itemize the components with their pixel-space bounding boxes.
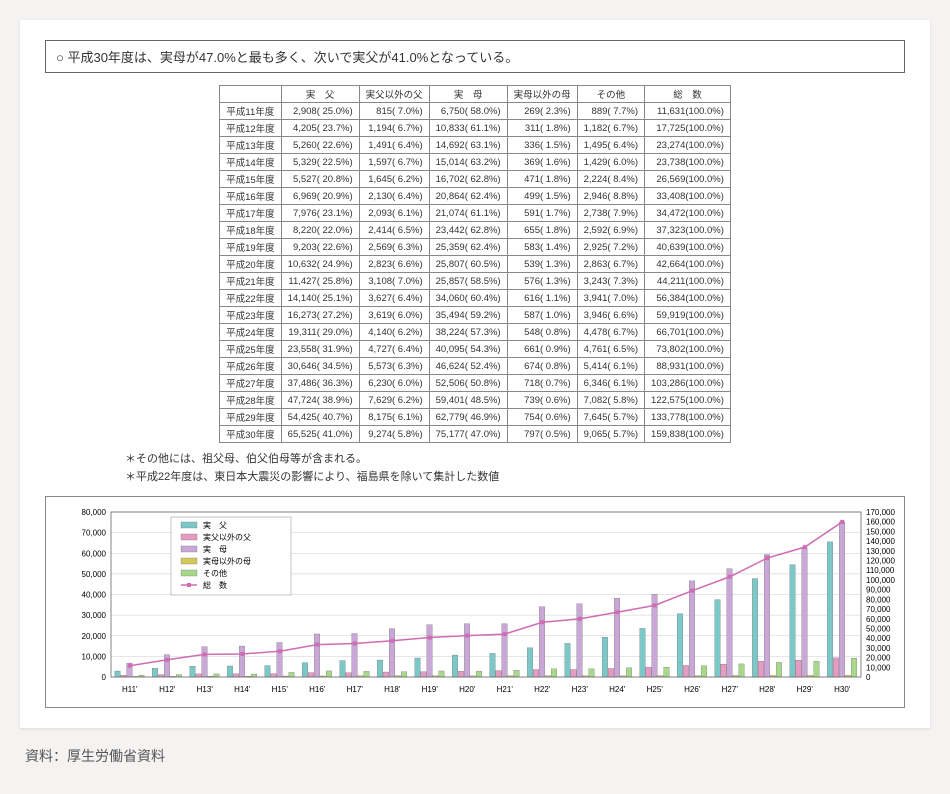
svg-text:H24': H24' <box>609 685 626 694</box>
svg-text:20,000: 20,000 <box>82 632 107 641</box>
svg-text:60,000: 60,000 <box>866 615 891 624</box>
chart-svg: 010,00020,00030,00040,00050,00060,00070,… <box>61 507 911 697</box>
svg-text:H25': H25' <box>647 685 664 694</box>
table-row: 平成13年度5,260( 22.6%)1,491( 6.4%)14,692( 6… <box>220 137 731 154</box>
svg-text:H11': H11' <box>122 685 138 694</box>
table-row: 平成18年度8,220( 22.0%)2,414( 6.5%)23,442( 6… <box>220 222 731 239</box>
svg-text:0: 0 <box>102 673 107 682</box>
col-header: 実母以外の母 <box>507 86 577 103</box>
svg-text:H17': H17' <box>347 685 364 694</box>
svg-text:実 父: 実 父 <box>203 520 227 530</box>
svg-text:60,000: 60,000 <box>82 549 107 558</box>
svg-text:80,000: 80,000 <box>82 508 107 517</box>
svg-text:150,000: 150,000 <box>866 528 895 537</box>
svg-text:H28': H28' <box>759 685 776 694</box>
svg-text:実父以外の父: 実父以外の父 <box>203 532 251 542</box>
table-row: 平成30年度65,525( 41.0%)9,274( 5.8%)75,177( … <box>220 426 731 443</box>
svg-text:総 数: 総 数 <box>203 580 227 590</box>
svg-text:160,000: 160,000 <box>866 518 895 527</box>
svg-text:H13': H13' <box>197 685 214 694</box>
table-row: 平成19年度9,203( 22.6%)2,569( 6.3%)25,359( 6… <box>220 239 731 256</box>
svg-text:0: 0 <box>866 673 871 682</box>
col-header: 実 父 <box>281 86 359 103</box>
table-row: 平成11年度2,908( 25.0%)815( 7.0%)6,750( 58.0… <box>220 103 731 120</box>
svg-text:40,000: 40,000 <box>82 591 107 600</box>
svg-text:実 母: 実 母 <box>203 544 227 554</box>
svg-text:10,000: 10,000 <box>866 663 891 672</box>
svg-text:H18': H18' <box>384 685 401 694</box>
source-line: 資料：厚生労働省資料 <box>20 738 930 774</box>
col-header: 実 母 <box>429 86 507 103</box>
svg-text:H19': H19' <box>422 685 439 694</box>
table-row: 平成15年度5,527( 20.8%)1,645( 6.2%)16,702( 6… <box>220 171 731 188</box>
svg-text:140,000: 140,000 <box>866 537 895 546</box>
col-header: その他 <box>577 86 644 103</box>
svg-text:70,000: 70,000 <box>866 605 891 614</box>
svg-text:H20': H20' <box>459 685 476 694</box>
table-row: 平成17年度7,976( 23.1%)2,093( 6.1%)21,074( 6… <box>220 205 731 222</box>
svg-text:H12': H12' <box>159 685 176 694</box>
chart-container: 010,00020,00030,00040,00050,00060,00070,… <box>45 496 905 708</box>
table-row: 平成23年度16,273( 27.2%)3,619( 6.0%)35,494( … <box>220 307 731 324</box>
table-row: 平成24年度19,311( 29.0%)4,140( 6.2%)38,224( … <box>220 324 731 341</box>
table-row: 平成16年度6,969( 20.9%)2,130( 6.4%)20,864( 6… <box>220 188 731 205</box>
svg-text:170,000: 170,000 <box>866 508 895 517</box>
svg-text:110,000: 110,000 <box>866 566 895 575</box>
table-row: 平成22年度14,140( 25.1%)3,627( 6.4%)34,060( … <box>220 290 731 307</box>
table-wrap: 実 父実父以外の父実 母実母以外の母その他総 数 平成11年度2,908( 25… <box>45 85 905 443</box>
svg-text:H21': H21' <box>497 685 514 694</box>
data-table: 実 父実父以外の父実 母実母以外の母その他総 数 平成11年度2,908( 25… <box>219 85 731 443</box>
svg-text:実母以外の母: 実母以外の母 <box>203 556 251 566</box>
svg-text:30,000: 30,000 <box>82 611 107 620</box>
svg-text:90,000: 90,000 <box>866 586 891 595</box>
document-page: 平成30年度は、実母が47.0%と最も多く、次いで実父が41.0%となっている。… <box>20 20 930 728</box>
table-row: 平成12年度4,205( 23.7%)1,194( 6.7%)10,833( 6… <box>220 120 731 137</box>
svg-text:H26': H26' <box>684 685 701 694</box>
table-row: 平成14年度5,329( 22.5%)1,597( 6.7%)15,014( 6… <box>220 154 731 171</box>
col-header: 実父以外の父 <box>359 86 429 103</box>
svg-text:H22': H22' <box>534 685 551 694</box>
svg-text:H29': H29' <box>797 685 814 694</box>
svg-text:20,000: 20,000 <box>866 654 891 663</box>
col-header: 総 数 <box>645 86 731 103</box>
table-row: 平成28年度47,724( 38.9%)7,629( 6.2%)59,401( … <box>220 392 731 409</box>
svg-text:50,000: 50,000 <box>82 570 107 579</box>
svg-text:120,000: 120,000 <box>866 557 895 566</box>
svg-text:H30': H30' <box>834 685 851 694</box>
svg-text:H16': H16' <box>309 685 326 694</box>
table-row: 平成26年度30,646( 34.5%)5,573( 6.3%)46,624( … <box>220 358 731 375</box>
notes: ＊その他には、祖父母、伯父伯母等が含まれる。＊平成22年度は、東日本大震災の影響… <box>125 451 905 486</box>
svg-text:H27': H27' <box>722 685 739 694</box>
table-row: 平成20年度10,632( 24.9%)2,823( 6.6%)25,807( … <box>220 256 731 273</box>
table-row: 平成29年度54,425( 40.7%)8,175( 6.1%)62,779( … <box>220 409 731 426</box>
svg-text:その他: その他 <box>203 568 227 578</box>
svg-text:130,000: 130,000 <box>866 547 895 556</box>
svg-text:40,000: 40,000 <box>866 634 891 643</box>
svg-text:80,000: 80,000 <box>866 596 891 605</box>
headline: 平成30年度は、実母が47.0%と最も多く、次いで実父が41.0%となっている。 <box>45 40 905 73</box>
svg-text:100,000: 100,000 <box>866 576 895 585</box>
svg-text:50,000: 50,000 <box>866 625 891 634</box>
table-row: 平成27年度37,486( 36.3%)6,230( 6.0%)52,506( … <box>220 375 731 392</box>
svg-text:30,000: 30,000 <box>866 644 891 653</box>
svg-text:H15': H15' <box>272 685 289 694</box>
svg-text:H14': H14' <box>234 685 251 694</box>
svg-text:10,000: 10,000 <box>82 653 107 662</box>
table-row: 平成25年度23,558( 31.9%)4,727( 6.4%)40,095( … <box>220 341 731 358</box>
svg-text:70,000: 70,000 <box>82 529 107 538</box>
svg-text:H23': H23' <box>572 685 589 694</box>
table-row: 平成21年度11,427( 25.8%)3,108( 7.0%)25,857( … <box>220 273 731 290</box>
